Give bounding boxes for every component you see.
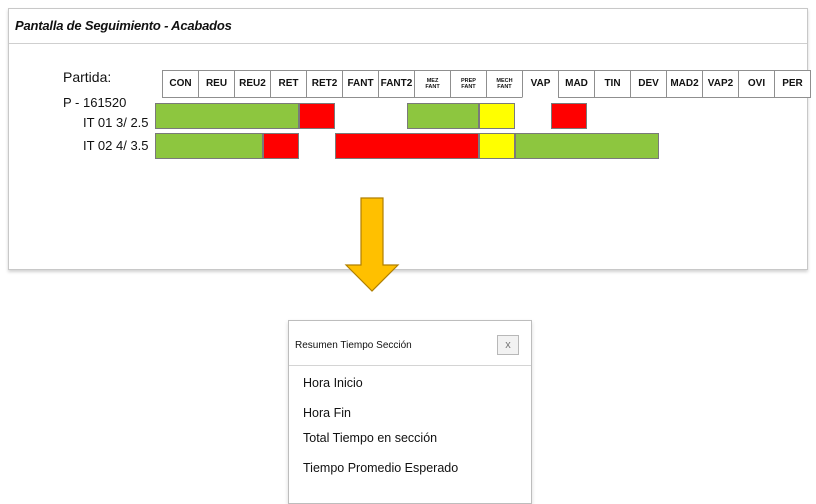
close-icon: x [505, 339, 511, 351]
section-time-summary-dialog: Resumen Tiempo Sección x Hora Inicio Hor… [288, 320, 532, 504]
hora-fin-label: Hora Fin [303, 406, 351, 420]
dialog-header: Resumen Tiempo Sección x [289, 321, 531, 366]
total-time-label: Total Tiempo en sección [303, 431, 438, 445]
expected-avg-time-label: Tiempo Promedio Esperado [303, 461, 459, 475]
dialog-title: Resumen Tiempo Sección [295, 340, 412, 351]
hora-inicio-label: Hora Inicio [303, 376, 363, 390]
close-button[interactable]: x [497, 335, 519, 355]
